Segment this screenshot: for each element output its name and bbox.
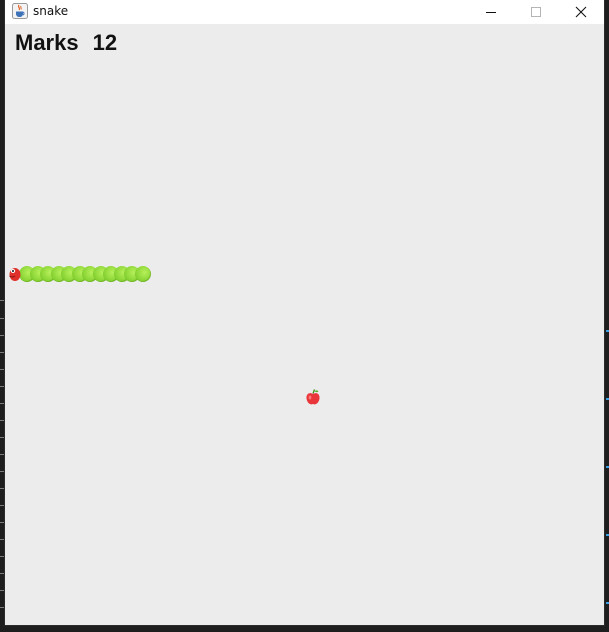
- minimize-button[interactable]: [468, 0, 513, 24]
- snake-segment: [134, 266, 151, 282]
- close-icon: [575, 6, 586, 18]
- score-display: Marks 12: [15, 30, 117, 56]
- close-button[interactable]: [558, 0, 603, 24]
- maximize-button[interactable]: [513, 0, 558, 24]
- score-value: 12: [92, 30, 118, 55]
- game-board[interactable]: Marks 12: [5, 24, 604, 625]
- java-cup-icon: [12, 3, 28, 19]
- maximize-icon: [530, 7, 541, 17]
- window-title: snake: [33, 4, 69, 18]
- game-window: snake Marks 12: [4, 0, 605, 626]
- snake-head-icon: [7, 266, 23, 282]
- minimize-icon: [485, 12, 496, 13]
- snake-body: [19, 266, 153, 283]
- score-label: Marks: [15, 30, 79, 55]
- apple-icon: [305, 388, 321, 406]
- title-bar[interactable]: snake: [5, 0, 604, 24]
